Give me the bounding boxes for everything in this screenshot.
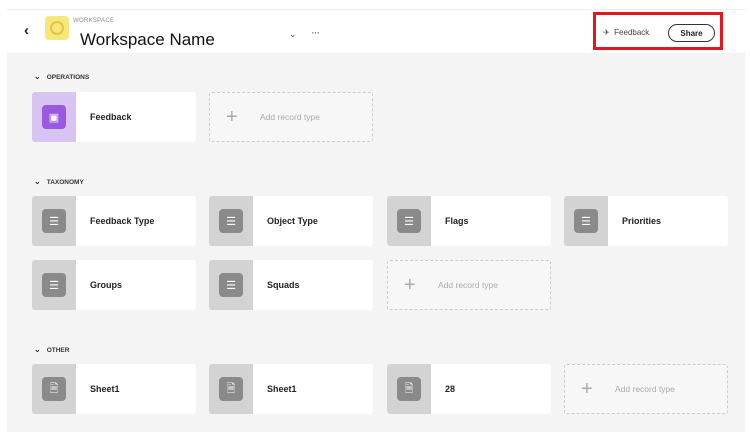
- record-card[interactable]: ☰ Feedback Type: [32, 196, 196, 246]
- list-icon: ☰: [42, 273, 66, 297]
- record-card[interactable]: 🗎 Sheet1: [32, 364, 196, 414]
- add-label: Add record type: [438, 280, 499, 290]
- card-label: Groups: [90, 280, 123, 290]
- record-card-feedback[interactable]: ▣ Feedback: [32, 92, 196, 142]
- back-button[interactable]: ‹: [24, 22, 29, 39]
- list-icon: ☰: [219, 273, 243, 297]
- plus-icon: +: [404, 273, 416, 296]
- card-label: Object Type: [267, 216, 318, 226]
- sheet-icon: 🗎: [219, 377, 243, 401]
- sheet-icon: 🗎: [42, 377, 66, 401]
- list-icon: ☰: [397, 209, 421, 233]
- card-label: Sheet1: [267, 384, 297, 394]
- add-record-type-button[interactable]: + Add record type: [387, 260, 551, 310]
- feedback-button[interactable]: ✈ Feedback: [603, 28, 649, 37]
- sheet-icon: 🗎: [397, 377, 421, 401]
- card-label: Sheet1: [90, 384, 120, 394]
- paper-plane-icon: ✈: [603, 28, 610, 37]
- presentation-icon: ▣: [42, 105, 66, 129]
- list-icon: ☰: [42, 209, 66, 233]
- list-icon: ☰: [574, 209, 598, 233]
- add-record-type-button[interactable]: + Add record type: [564, 364, 728, 414]
- record-card[interactable]: ☰ Flags: [387, 196, 551, 246]
- card-label: Flags: [445, 216, 469, 226]
- card-label: Squads: [267, 280, 300, 290]
- record-card[interactable]: 🗎 28: [387, 364, 551, 414]
- section-taxonomy[interactable]: ⌄ TAXONOMY: [34, 177, 84, 186]
- plus-icon: +: [226, 105, 238, 128]
- add-label: Add record type: [260, 112, 321, 122]
- add-record-type-button[interactable]: + Add record type: [209, 92, 373, 142]
- record-card[interactable]: ☰ Groups: [32, 260, 196, 310]
- feedback-label: Feedback: [614, 28, 650, 37]
- card-label: Feedback: [90, 112, 132, 122]
- workspace-icon: [45, 16, 69, 40]
- record-card[interactable]: ☰ Squads: [209, 260, 373, 310]
- chevron-down-icon[interactable]: ⌄: [289, 29, 297, 40]
- record-card[interactable]: 🗎 Sheet1: [209, 364, 373, 414]
- add-label: Add record type: [615, 384, 676, 394]
- card-label: Priorities: [622, 216, 662, 226]
- plus-icon: +: [581, 377, 593, 400]
- list-icon: ☰: [219, 209, 243, 233]
- workspace-name[interactable]: Workspace Name: [80, 30, 215, 50]
- section-other[interactable]: ⌄ OTHER: [34, 345, 69, 354]
- card-label: 28: [445, 384, 456, 394]
- record-card[interactable]: ☰ Object Type: [209, 196, 373, 246]
- share-button[interactable]: Share: [668, 24, 715, 42]
- section-operations[interactable]: ⌄ OPERATIONS: [34, 72, 89, 81]
- card-label: Feedback Type: [90, 216, 155, 226]
- more-icon[interactable]: ···: [311, 27, 320, 39]
- record-card[interactable]: ☰ Priorities: [564, 196, 728, 246]
- workspace-label: WORKSPACE: [73, 18, 115, 24]
